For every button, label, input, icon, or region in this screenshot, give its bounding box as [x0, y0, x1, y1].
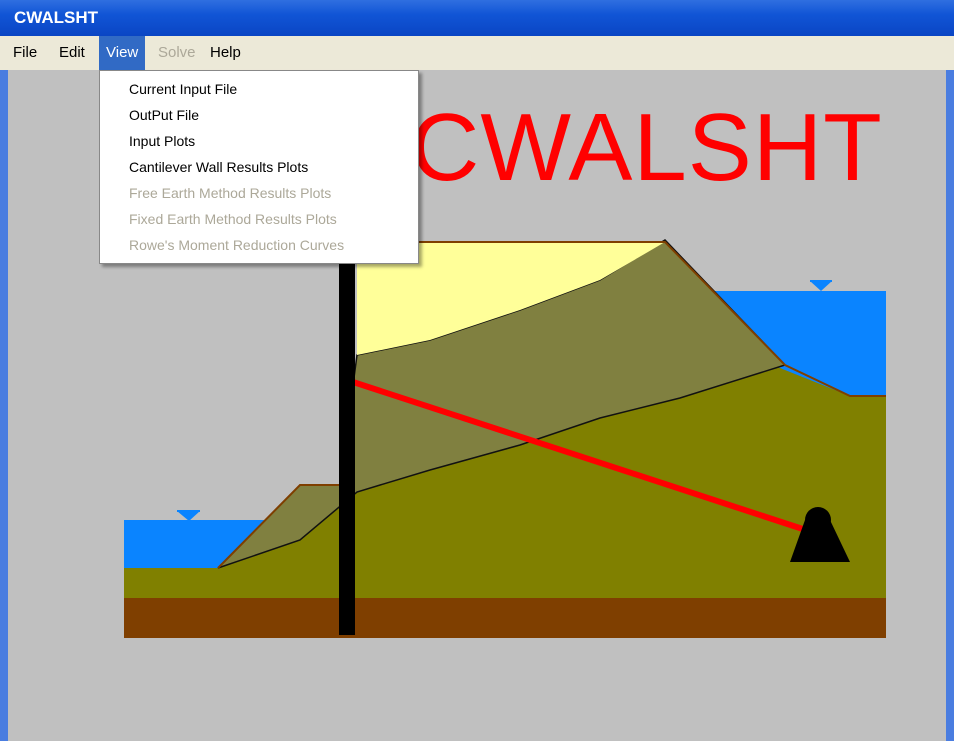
menu-item-cantilever-wall-results-plots[interactable]: Cantilever Wall Results Plots — [129, 154, 308, 180]
menu-item-rowes-moment-reduction-curves[interactable]: Rowe's Moment Reduction Curves — [129, 232, 344, 258]
view-menu-dropdown: Current Input File OutPut File Input Plo… — [99, 70, 419, 264]
menu-item-free-earth-method-results-plots[interactable]: Free Earth Method Results Plots — [129, 180, 331, 206]
splash-title: CWALSHT — [410, 94, 883, 201]
menu-item-current-input-file[interactable]: Current Input File — [129, 76, 237, 102]
menu-item-fixed-earth-method-results-plots[interactable]: Fixed Earth Method Results Plots — [129, 206, 337, 232]
right-water-level-marker — [810, 281, 832, 291]
deadman-anchor-top — [805, 507, 831, 533]
menu-item-input-plots[interactable]: Input Plots — [129, 128, 195, 154]
bedrock-layer — [124, 598, 886, 638]
menu-item-output-file[interactable]: OutPut File — [129, 102, 199, 128]
left-water-level-marker — [177, 511, 200, 521]
sheet-pile-wall — [339, 235, 355, 635]
